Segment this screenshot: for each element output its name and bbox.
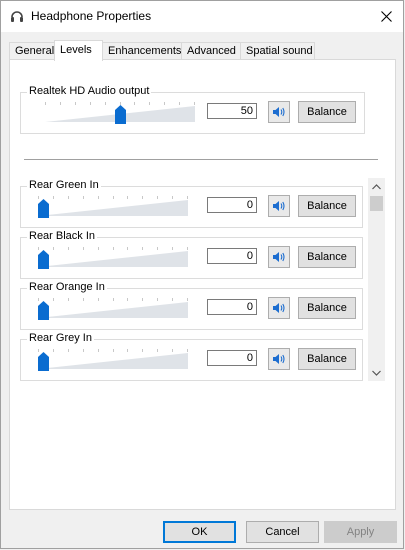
slider-thumb[interactable] — [115, 105, 126, 124]
close-button[interactable] — [369, 1, 403, 32]
input-balance-button[interactable]: Balance — [298, 297, 356, 319]
slider-thumb[interactable] — [38, 301, 49, 320]
input-volume-slider[interactable] — [38, 297, 188, 321]
input-device-group: Rear Grey In 0 Balance — [20, 332, 363, 381]
main-balance-button[interactable]: Balance — [298, 101, 356, 123]
slider-track — [38, 349, 188, 369]
input-mute-button[interactable] — [268, 297, 290, 319]
input-volume-slider[interactable] — [38, 246, 188, 270]
cancel-button[interactable]: Cancel — [246, 521, 319, 543]
slider-track — [38, 196, 188, 216]
levels-panel: Realtek HD Audio output 50 Balance Rear … — [9, 59, 396, 510]
chevron-up-icon — [372, 183, 381, 189]
slider-ramp — [38, 353, 188, 369]
tab-levels[interactable]: Levels — [54, 40, 103, 61]
main-mute-button[interactable] — [268, 101, 290, 123]
input-volume-slider[interactable] — [38, 195, 188, 219]
slider-track — [38, 247, 188, 267]
scroll-thumb[interactable] — [370, 196, 383, 211]
section-divider — [24, 159, 378, 160]
speaker-icon — [273, 252, 285, 262]
slider-ramp — [38, 302, 188, 318]
input-device-label: Rear Orange In — [27, 281, 107, 293]
input-volume-value[interactable]: 0 — [207, 248, 257, 264]
slider-thumb[interactable] — [38, 199, 49, 218]
close-icon — [380, 11, 392, 22]
input-device-group: Rear Black In 0 Balance — [20, 230, 363, 279]
slider-thumb[interactable] — [38, 250, 49, 269]
tab-advanced[interactable]: Advanced — [181, 42, 241, 60]
tab-spatial-sound[interactable]: Spatial sound — [240, 42, 315, 60]
input-volume-value[interactable]: 0 — [207, 350, 257, 366]
input-balance-button[interactable]: Balance — [298, 348, 356, 370]
input-mute-button[interactable] — [268, 195, 290, 217]
tab-general[interactable]: General — [9, 42, 55, 60]
scroll-down-button[interactable] — [368, 364, 385, 381]
input-balance-button[interactable]: Balance — [298, 195, 356, 217]
window-title: Headphone Properties — [31, 9, 152, 23]
input-volume-value[interactable]: 0 — [207, 197, 257, 213]
input-device-list[interactable]: Rear Green In 0 Balance Rear Black In 0 Balan… — [19, 178, 386, 384]
chevron-down-icon — [372, 370, 381, 376]
slider-ramp — [38, 251, 188, 267]
input-device-group: Rear Orange In 0 Balance — [20, 281, 363, 330]
slider-ramp — [38, 200, 188, 216]
input-device-label: Rear Black In — [27, 230, 98, 242]
input-device-group: Rear Green In 0 Balance — [20, 179, 363, 228]
input-volume-value[interactable]: 0 — [207, 299, 257, 315]
title-bar: Headphone Properties — [1, 1, 403, 32]
speaker-icon — [273, 107, 285, 117]
properties-window: Headphone Properties General Levels Enha… — [0, 0, 404, 549]
main-volume-value[interactable]: 50 — [207, 103, 257, 119]
headphone-icon — [10, 9, 24, 24]
ok-button[interactable]: OK — [163, 521, 236, 543]
input-mute-button[interactable] — [268, 348, 290, 370]
input-balance-button[interactable]: Balance — [298, 246, 356, 268]
scroll-up-button[interactable] — [368, 178, 385, 195]
speaker-icon — [273, 354, 285, 364]
speaker-icon — [273, 201, 285, 211]
apply-button[interactable]: Apply — [324, 521, 397, 543]
tab-enhancements[interactable]: Enhancements — [102, 42, 182, 60]
speaker-icon — [273, 303, 285, 313]
input-device-label: Rear Grey In — [27, 332, 94, 344]
main-volume-slider[interactable] — [45, 101, 195, 125]
input-device-label: Rear Green In — [27, 179, 101, 191]
input-mute-button[interactable] — [268, 246, 290, 268]
slider-thumb[interactable] — [38, 352, 49, 371]
list-scrollbar[interactable] — [368, 178, 385, 381]
main-output-group: Realtek HD Audio output 50 Balance — [20, 85, 365, 134]
input-volume-slider[interactable] — [38, 348, 188, 372]
slider-track — [38, 298, 188, 318]
main-output-label: Realtek HD Audio output — [27, 85, 152, 97]
